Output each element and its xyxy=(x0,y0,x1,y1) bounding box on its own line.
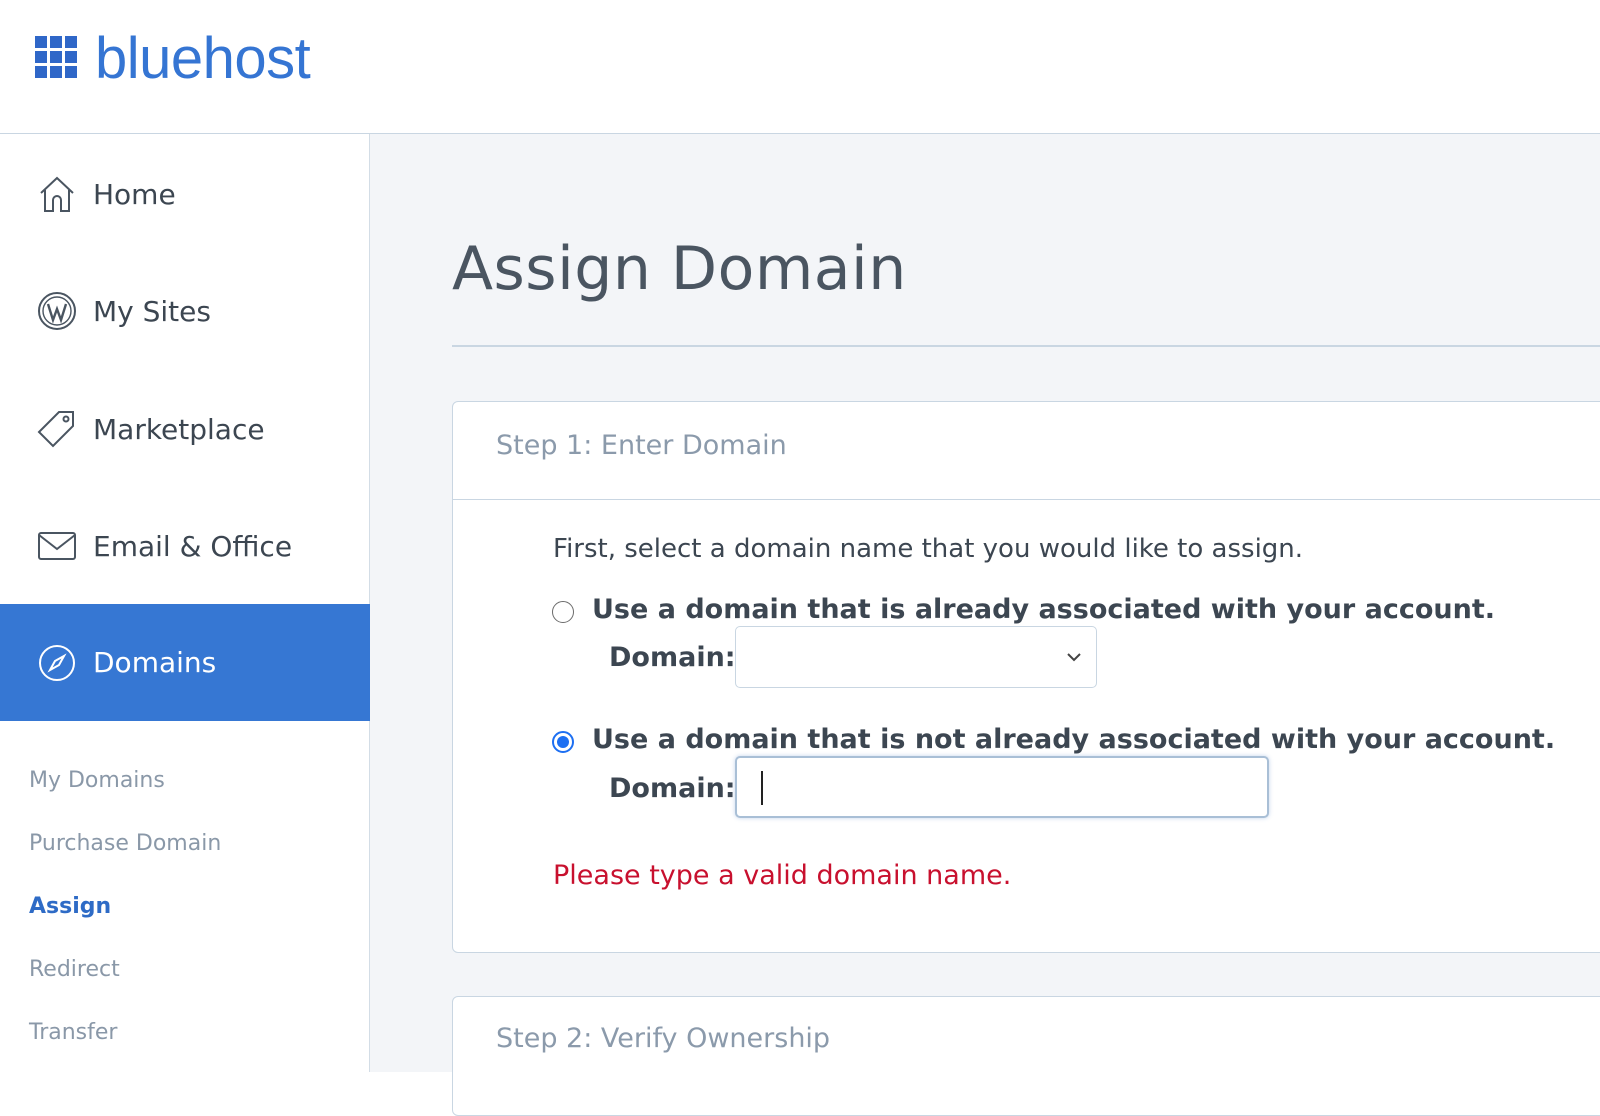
sidebar-item-marketplace[interactable]: Marketplace xyxy=(0,369,370,489)
sidebar-item-email-office[interactable]: Email & Office xyxy=(0,486,370,606)
existing-domain-label: Domain: xyxy=(609,642,736,673)
compass-icon xyxy=(36,642,78,684)
sidebar-item-label: Home xyxy=(93,177,176,211)
error-message: Please type a valid domain name. xyxy=(553,860,1012,891)
page-title: Assign Domain xyxy=(452,234,907,304)
option-existing-label[interactable]: Use a domain that is already associated … xyxy=(592,594,1495,625)
sidebar-item-home[interactable]: Home xyxy=(0,134,370,254)
existing-domain-select[interactable] xyxy=(735,626,1097,688)
sidebar-subitem-assign[interactable]: Assign xyxy=(29,894,111,919)
sidebar-item-label: My Sites xyxy=(93,294,211,328)
new-domain-input[interactable] xyxy=(735,756,1269,818)
top-bar: bluehost xyxy=(0,0,1600,134)
step1-intro: First, select a domain name that you wou… xyxy=(553,534,1304,564)
logo-text: bluehost xyxy=(95,26,311,91)
sidebar: Home My Sites Marketplace Email & Office… xyxy=(0,134,370,1072)
wordpress-icon xyxy=(36,290,78,332)
sidebar-subitem-my-domains[interactable]: My Domains xyxy=(29,768,165,793)
step2-title: Step 2: Verify Ownership xyxy=(496,1023,831,1054)
logo[interactable]: bluehost xyxy=(35,26,311,91)
step1-card: Step 1: Enter Domain First, select a dom… xyxy=(452,401,1600,953)
logo-grid-icon xyxy=(35,36,78,79)
sidebar-subitem-transfer[interactable]: Transfer xyxy=(29,1020,117,1045)
option-new-label[interactable]: Use a domain that is not already associa… xyxy=(592,724,1555,755)
sidebar-subitem-purchase-domain[interactable]: Purchase Domain xyxy=(29,831,221,856)
new-domain-label: Domain: xyxy=(609,773,736,804)
sidebar-item-domains[interactable]: Domains xyxy=(0,604,370,721)
step2-card: Step 2: Verify Ownership xyxy=(452,996,1600,1116)
radio-new-domain[interactable] xyxy=(552,731,574,753)
sidebar-subitem-redirect[interactable]: Redirect xyxy=(29,957,120,982)
tag-icon xyxy=(36,408,78,450)
radio-existing-domain[interactable] xyxy=(552,601,574,623)
sidebar-item-label: Email & Office xyxy=(93,529,293,563)
sidebar-item-my-sites[interactable]: My Sites xyxy=(0,251,370,371)
chevron-down-icon xyxy=(1067,653,1081,662)
home-icon xyxy=(36,173,78,215)
sidebar-item-label: Domains xyxy=(93,646,217,679)
sidebar-item-label: Marketplace xyxy=(93,412,265,446)
step1-header: Step 1: Enter Domain xyxy=(453,402,1600,500)
text-caret xyxy=(761,771,763,805)
step1-title: Step 1: Enter Domain xyxy=(496,430,787,461)
divider xyxy=(452,345,1600,347)
main-content: Assign Domain Step 1: Enter Domain First… xyxy=(370,134,1600,1116)
envelope-icon xyxy=(36,525,78,567)
